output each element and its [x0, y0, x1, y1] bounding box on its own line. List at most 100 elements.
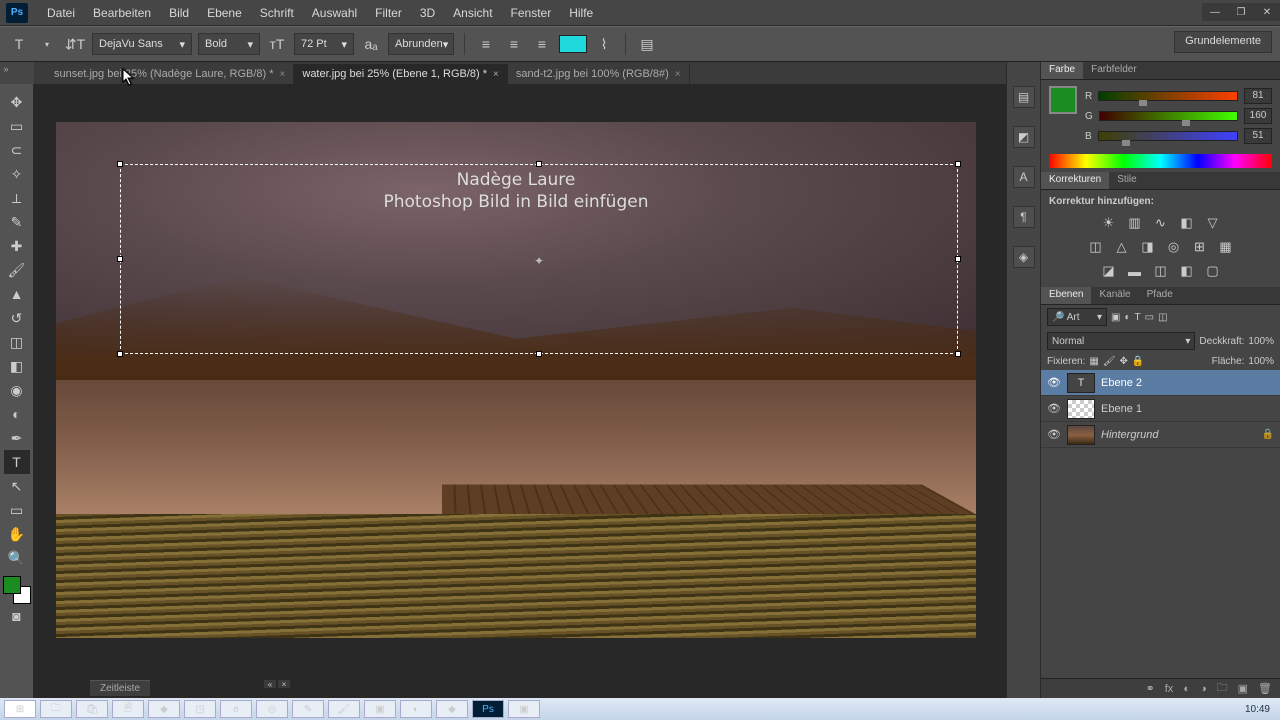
close-icon[interactable]: × — [675, 69, 681, 80]
filter-type-icon[interactable]: T — [1135, 312, 1141, 323]
warp-text-icon[interactable]: ⌇ — [593, 33, 615, 55]
transform-handle[interactable] — [536, 351, 542, 357]
adj-poster-icon[interactable]: ▬ — [1126, 263, 1144, 279]
menu-bearbeiten[interactable]: Bearbeiten — [84, 6, 160, 20]
path-select-icon[interactable]: ↖ — [4, 474, 30, 498]
layer-filter-select[interactable]: 🔎 Art▾ — [1047, 308, 1107, 326]
start-button[interactable]: ⊞ — [4, 700, 36, 718]
dodge-tool-icon[interactable]: ◐ — [4, 402, 30, 426]
properties-panel-icon[interactable]: ◩ — [1013, 126, 1035, 148]
history-brush-icon[interactable]: ↺ — [4, 306, 30, 330]
menu-datei[interactable]: Datei — [38, 6, 84, 20]
menu-schrift[interactable]: Schrift — [251, 6, 303, 20]
channel-g-slider[interactable] — [1099, 111, 1238, 121]
tab-farbfelder[interactable]: Farbfelder — [1083, 62, 1145, 79]
taskbar-app-icon[interactable]: ◳ — [184, 700, 216, 718]
filter-image-icon[interactable]: ▣ — [1111, 312, 1120, 323]
layer-row-1[interactable]: 👁 Ebene 1 — [1041, 396, 1280, 422]
taskbar-photoshop-icon[interactable]: Ps — [472, 700, 504, 718]
text-tool-icon[interactable]: T — [8, 33, 30, 55]
hand-tool-icon[interactable]: ✋ — [4, 522, 30, 546]
doc-tab-1[interactable]: water.jpg bei 25% (Ebene 1, RGB/8) *× — [294, 64, 508, 84]
menu-hilfe[interactable]: Hilfe — [560, 6, 602, 20]
character-panel-icon[interactable]: A — [1013, 166, 1035, 188]
layer-row-0[interactable]: 👁 T Ebene 2 — [1041, 370, 1280, 396]
align-left-icon[interactable]: ≡ — [475, 33, 497, 55]
adj-colorbal-icon[interactable]: △ — [1113, 239, 1131, 255]
layer-name[interactable]: Ebene 2 — [1101, 377, 1274, 389]
visibility-icon[interactable]: 👁 — [1047, 376, 1061, 389]
adj-exposure-icon[interactable]: ◧ — [1178, 215, 1196, 231]
font-size-select[interactable]: 72 Pt▾ — [294, 33, 354, 55]
channel-r-slider[interactable] — [1098, 91, 1238, 101]
transform-handle[interactable] — [117, 351, 123, 357]
adj-levels-icon[interactable]: ▥ — [1126, 215, 1144, 231]
workspace-switcher[interactable]: Grundelemente — [1174, 31, 1272, 53]
layer-name[interactable]: Ebene 1 — [1101, 403, 1274, 415]
mask-icon[interactable]: ◐ — [1183, 683, 1190, 695]
brush-tool-icon[interactable]: 🖌 — [4, 258, 30, 282]
channel-g-value[interactable]: 160 — [1244, 108, 1272, 124]
fill-value[interactable]: 100% — [1248, 356, 1274, 367]
layer-row-2[interactable]: 👁 Hintergrund 🔒 — [1041, 422, 1280, 448]
tab-kanaele[interactable]: Kanäle — [1091, 287, 1138, 304]
menu-fenster[interactable]: Fenster — [502, 6, 561, 20]
adj-gradient-icon[interactable]: ◧ — [1178, 263, 1196, 279]
eraser-tool-icon[interactable]: ◫ — [4, 330, 30, 354]
tab-korrekturen[interactable]: Korrekturen — [1041, 172, 1109, 189]
lock-pixels-icon[interactable]: 🖌 — [1103, 356, 1116, 367]
fx-icon[interactable]: fx — [1165, 683, 1174, 695]
document-canvas[interactable]: Nadège Laure Photoshop Bild in Bild einf… — [56, 122, 976, 638]
adj-brightness-icon[interactable]: ☀ — [1100, 215, 1118, 231]
taskbar-app-icon[interactable]: ◎ — [256, 700, 288, 718]
align-right-icon[interactable]: ≡ — [531, 33, 553, 55]
adj-selective-icon[interactable]: ▢ — [1204, 263, 1222, 279]
taskbar-app-icon[interactable]: ▣ — [508, 700, 540, 718]
tab-pfade[interactable]: Pfade — [1139, 287, 1181, 304]
3d-panel-icon[interactable]: ◈ — [1013, 246, 1035, 268]
doc-tab-2[interactable]: sand-t2.jpg bei 100% (RGB/8#)× — [508, 64, 690, 84]
visibility-icon[interactable]: 👁 — [1047, 402, 1061, 415]
fg-bg-colors[interactable] — [3, 576, 31, 604]
blend-mode-select[interactable]: Normal▾ — [1047, 332, 1195, 350]
transform-handle[interactable] — [955, 161, 961, 167]
group-icon[interactable]: 🗀 — [1217, 679, 1228, 698]
move-tool-icon[interactable]: ✥ — [4, 90, 30, 114]
lock-transparency-icon[interactable]: ▦ — [1089, 356, 1098, 367]
taskbar-app-icon[interactable]: ◆ — [436, 700, 468, 718]
menu-bild[interactable]: Bild — [160, 6, 198, 20]
menu-3d[interactable]: 3D — [411, 6, 444, 20]
paragraph-panel-icon[interactable]: ¶ — [1013, 206, 1035, 228]
font-family-select[interactable]: DejaVu Sans▾ — [92, 33, 192, 55]
heal-tool-icon[interactable]: ✚ — [4, 234, 30, 258]
taskbar-ie-icon[interactable]: e — [220, 700, 252, 718]
tab-farbe[interactable]: Farbe — [1041, 62, 1083, 79]
link-layers-icon[interactable]: ⚭ — [1146, 682, 1155, 695]
transform-handle[interactable] — [955, 351, 961, 357]
filter-adjust-icon[interactable]: ◐ — [1124, 312, 1130, 323]
expand-tools-icon[interactable]: » — [0, 64, 12, 78]
transform-handle[interactable] — [955, 256, 961, 262]
adj-threshold-icon[interactable]: ◫ — [1152, 263, 1170, 279]
menu-ansicht[interactable]: Ansicht — [444, 6, 501, 20]
taskbar-store-icon[interactable]: 🛍 — [76, 700, 108, 718]
text-color-swatch[interactable] — [559, 35, 587, 53]
transform-handle[interactable] — [117, 161, 123, 167]
adj-photo-icon[interactable]: ◎ — [1165, 239, 1183, 255]
channel-r-value[interactable]: 81 — [1244, 88, 1272, 104]
tab-stile[interactable]: Stile — [1109, 172, 1144, 189]
doc-tab-0[interactable]: sunset.jpg bei 25% (Nadège Laure, RGB/8)… — [46, 64, 294, 84]
new-layer-icon[interactable]: ▣ — [1238, 682, 1248, 695]
text-orientation-icon[interactable]: ⇵T — [64, 33, 86, 55]
adj-bw-icon[interactable]: ◨ — [1139, 239, 1157, 255]
eyedropper-tool-icon[interactable]: ✎ — [4, 210, 30, 234]
lock-all-icon[interactable]: 🔒 — [1132, 356, 1144, 367]
tab-ebenen[interactable]: Ebenen — [1041, 287, 1091, 304]
taskbar-doc-icon[interactable]: 🗎 — [112, 700, 144, 718]
taskbar-app-icon[interactable]: 🖌 — [328, 700, 360, 718]
taskbar-explorer-icon[interactable]: 🗀 — [40, 700, 72, 718]
adj-lookup-icon[interactable]: ▦ — [1217, 239, 1235, 255]
stamp-tool-icon[interactable]: ▲ — [4, 282, 30, 306]
pen-tool-icon[interactable]: ✒ — [4, 426, 30, 450]
timeline-panel-tab[interactable]: Zeitleiste — [90, 680, 150, 696]
